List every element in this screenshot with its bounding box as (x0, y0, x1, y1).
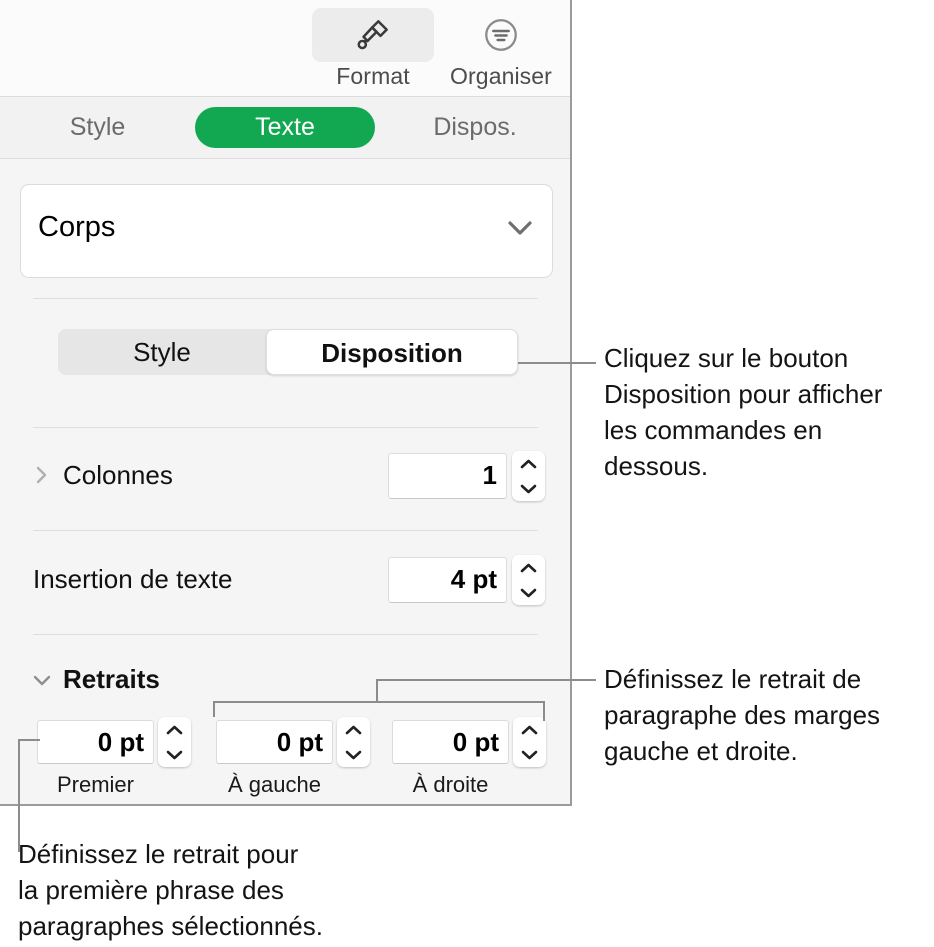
chevron-down-icon (520, 588, 537, 597)
tab-dispos[interactable]: Dispos. (400, 107, 550, 148)
first-line-indent-stepper-down[interactable] (158, 742, 191, 767)
left-indent-stepper-down[interactable] (337, 742, 370, 767)
chevron-up-icon (345, 725, 362, 734)
left-indent-caption: À gauche (228, 772, 321, 797)
bracket-stem-left-right-indent (376, 679, 378, 703)
divider-2 (33, 427, 538, 428)
segment-disposition[interactable]: Disposition (266, 329, 518, 375)
left-indent-stepper[interactable] (337, 717, 370, 767)
style-layout-segmented-control[interactable]: Style Disposition (58, 329, 518, 375)
first-line-indent-caption: Premier (56, 772, 134, 797)
inspector-toolbar: Format Organiser (0, 0, 570, 97)
right-indent-stepper[interactable] (513, 717, 546, 767)
text-inset-value: 4 pt (450, 564, 497, 594)
right-indent-value: 0 pt (452, 727, 499, 757)
tab-style[interactable]: Style (30, 107, 165, 148)
chevron-right-icon[interactable] (33, 466, 51, 484)
right-indent-stepper-down[interactable] (513, 742, 546, 767)
indents-label: Retraits (63, 664, 160, 694)
bracket-bottom-left-right-indent (213, 701, 545, 703)
chevron-down-icon (520, 484, 537, 493)
chevron-up-icon (166, 725, 183, 734)
left-indent-value: 0 pt (276, 727, 323, 757)
divider-3 (33, 530, 538, 531)
paintbrush-icon (357, 20, 388, 50)
right-indent-caption: À droite (412, 772, 489, 797)
tab-texte[interactable]: Texte (195, 107, 375, 148)
organiser-button[interactable]: Organiser (440, 8, 562, 90)
chevron-down-icon (521, 750, 538, 759)
inspector-tabbar: Style Texte Dispos. (0, 97, 570, 159)
format-button-label: Format (336, 63, 410, 89)
right-indent-stepper-up[interactable] (513, 717, 546, 742)
divider-1 (33, 298, 538, 299)
paragraph-style-popup[interactable]: Corps (20, 184, 553, 278)
text-inset-label: Insertion de texte (33, 564, 233, 594)
callout-first-line-indent: Définissez le retrait pour la première p… (18, 839, 323, 941)
first-line-indent-input[interactable]: 0 pt (37, 720, 154, 764)
text-inset-input[interactable]: 4 pt (388, 557, 507, 603)
columns-input[interactable]: 1 (388, 453, 507, 499)
organiser-button-pill (440, 8, 562, 62)
left-indent-input[interactable]: 0 pt (216, 720, 333, 764)
bracket-tick-left (213, 701, 215, 717)
text-inset-stepper-down[interactable] (512, 580, 545, 605)
right-indent-input[interactable]: 0 pt (392, 720, 509, 764)
columns-label: Colonnes (63, 460, 173, 490)
format-button[interactable]: Format (312, 8, 434, 90)
arrange-icon (485, 19, 517, 51)
columns-stepper[interactable] (512, 451, 545, 501)
leader-line-left-right-indent (376, 679, 596, 681)
first-line-indent-stepper-up[interactable] (158, 717, 191, 742)
chevron-down-icon (166, 750, 183, 759)
chevron-down-icon[interactable] (33, 671, 51, 689)
text-inset-stepper[interactable] (512, 555, 545, 605)
chevron-down-icon (508, 221, 532, 235)
first-line-indent-stepper[interactable] (158, 717, 191, 767)
inspector-body: Corps Style Disposition Colonnes 1 Inser… (0, 159, 570, 804)
chevron-up-icon (521, 725, 538, 734)
chevron-down-icon (345, 750, 362, 759)
text-inset-stepper-up[interactable] (512, 555, 545, 580)
columns-value: 1 (482, 460, 497, 490)
columns-stepper-down[interactable] (512, 476, 545, 501)
left-indent-stepper-up[interactable] (337, 717, 370, 742)
columns-stepper-up[interactable] (512, 451, 545, 476)
callout-layout-button: Cliquez sur le bouton Disposition pour a… (604, 343, 883, 481)
bracket-tick-right (543, 701, 545, 721)
chevron-up-icon (520, 459, 537, 468)
format-button-pill (312, 8, 434, 62)
chevron-up-icon (520, 563, 537, 572)
organiser-button-label: Organiser (450, 63, 552, 89)
first-line-indent-value: 0 pt (97, 727, 144, 757)
callout-left-right-indent: Définissez le retrait de paragraphe des … (604, 664, 881, 766)
paragraph-style-value: Corps (38, 211, 116, 243)
format-inspector-panel: Format Organiser Style Texte Dispos. Cor… (0, 0, 572, 806)
leader-line-layout-button (518, 362, 596, 364)
leader-line-first-line-indent-h (18, 739, 40, 741)
segment-style[interactable]: Style (58, 329, 266, 375)
divider-4 (33, 634, 538, 635)
